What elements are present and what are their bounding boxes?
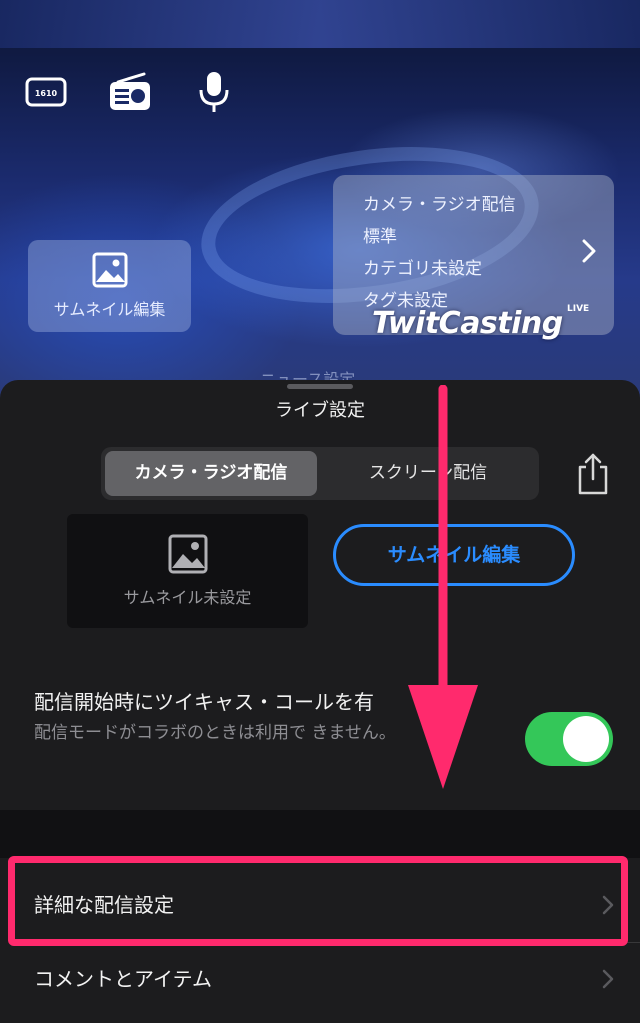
segment-camera-radio[interactable]: カメラ・ラジオ配信 (105, 451, 317, 496)
toggle-knob (563, 716, 609, 762)
microphone-icon[interactable] (192, 70, 236, 114)
info-category: カテゴリ未設定 (363, 259, 482, 279)
call-setting-subtitle: 配信モードがコラボのときは利用で きません。 (34, 723, 396, 743)
chevron-right-icon (602, 969, 614, 989)
info-stream-type: カメラ・ラジオ配信 (363, 195, 516, 215)
row-comments-and-items-label: コメントとアイテム (34, 967, 212, 991)
share-icon (578, 453, 608, 495)
thumbnail-placeholder-label: サムネイル未設定 (123, 588, 252, 607)
preview-thumbnail-edit-label: サムネイル編集 (53, 300, 166, 319)
image-icon (92, 252, 127, 288)
call-setting-toggle[interactable] (525, 712, 613, 766)
preview-toolbar: 1610 (24, 70, 236, 114)
radio-icon[interactable] (108, 70, 152, 114)
thumbnail-placeholder[interactable]: サムネイル未設定 (67, 514, 308, 628)
preview-thumbnail-edit-button[interactable]: サムネイル編集 (28, 240, 191, 332)
1610-icon[interactable]: 1610 (24, 70, 68, 114)
svg-text:1610: 1610 (35, 89, 58, 98)
camera-preview: 1610 サムネイル編集 カメラ・ラジオ配信 標準 カテゴリ未設定 タグ未設定 … (0, 0, 640, 400)
highlight-box-annotation (8, 856, 628, 946)
brand-live-badge: LIVE (567, 304, 590, 314)
call-setting-title: 配信開始時にツイキャス・コールを有 (34, 690, 374, 714)
twitcas-call-setting: 配信開始時にツイキャス・コールを有 配信モードがコラボのときは利用で きません。 (0, 662, 640, 802)
section-gap (0, 810, 640, 858)
share-button[interactable] (571, 450, 615, 498)
info-quality: 標準 (363, 227, 397, 247)
sheet-grabber[interactable] (287, 384, 353, 389)
brand-logo: TwitCasting (372, 306, 563, 341)
row-comments-and-items[interactable]: コメントとアイテム (0, 944, 640, 1014)
image-icon (168, 534, 207, 574)
down-arrow-annotation (408, 385, 478, 789)
sheet-title: ライブ設定 (275, 400, 365, 421)
chevron-right-icon (582, 239, 596, 263)
preview-top-band (0, 0, 640, 48)
